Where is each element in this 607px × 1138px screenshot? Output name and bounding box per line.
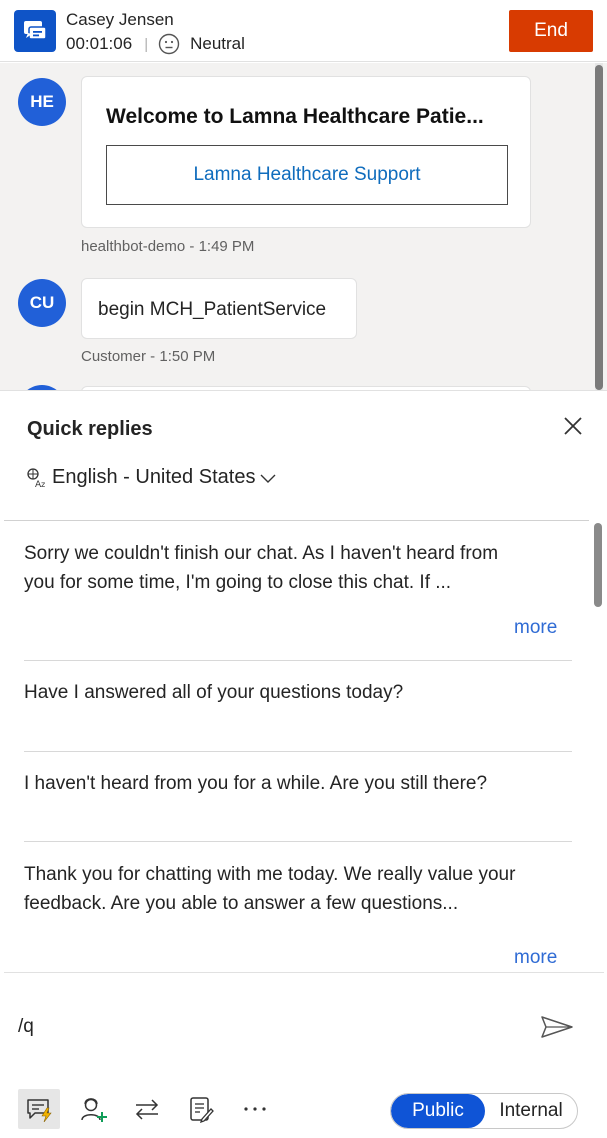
quick-reply-text-line: Sorry we couldn't finish our chat. As I … [24,543,499,564]
quick-reply-item[interactable]: Thank you for chatting with me today. We… [24,860,572,918]
svg-text:z: z [41,480,45,488]
chat-app-icon [14,10,56,52]
welcome-card: Welcome to Lamna Healthcare Patie... Lam… [81,76,531,228]
quick-reply-text-line: Thank you for chatting with me today. We… [24,864,516,885]
customer-name: Casey Jensen [66,10,174,29]
meta-separator: | [144,35,149,53]
customer-message-text: begin MCH_PatientService [98,299,327,320]
sentiment-label: Neutral [190,34,245,53]
quick-reply-item[interactable]: Have I answered all of your questions to… [24,678,572,707]
public-option[interactable]: Public [391,1094,485,1128]
translate-icon: A z [27,467,45,488]
conversation-transcript: HE Welcome to Lamna Healthcare Patie... … [0,63,607,390]
session-timer: 00:01:06 [66,34,133,53]
message-input[interactable]: /q [18,1016,34,1038]
notes-icon [190,1097,214,1123]
quick-reply-text-line: I haven't heard from you for a while. Ar… [24,773,488,794]
quick-reply-item[interactable]: Sorry we couldn't finish our chat. As I … [24,539,572,597]
quick-reply-text-line: you for some time, I'm going to close th… [24,572,452,593]
language-selector[interactable]: A z English - United States [26,466,277,489]
more-options-button[interactable] [234,1089,276,1129]
more-link[interactable]: more [514,947,557,969]
send-icon[interactable] [540,1014,574,1040]
quick-replies-scrollbar-thumb[interactable] [594,523,602,607]
support-card-button[interactable]: Lamna Healthcare Support [106,145,508,205]
quick-reply-separator [24,841,572,842]
compose-toolbar: Public Internal [0,1087,607,1135]
quick-reply-text-line: Have I answered all of your questions to… [24,682,404,703]
bot-avatar: HE [18,78,66,126]
consult-agent-icon [81,1098,107,1122]
internal-option[interactable]: Internal [485,1094,577,1128]
transcript-scrollbar-thumb[interactable] [595,65,603,390]
notes-button[interactable] [180,1089,222,1129]
compose-divider [4,972,604,973]
quick-replies-button[interactable] [18,1089,60,1129]
quick-replies-panel: Quick replies A z English - United State… [0,390,607,1138]
quick-replies-icon [27,1099,52,1122]
visibility-toggle[interactable]: Public Internal [390,1093,578,1129]
session-meta: 00:01:06 | Neutral [66,33,245,55]
welcome-card-title: Welcome to Lamna Healthcare Patie... [106,105,484,128]
transfer-icon [135,1099,159,1120]
customer-message-bubble: begin MCH_PatientService [81,278,357,339]
more-link[interactable]: more [514,617,557,639]
transfer-button[interactable] [126,1089,168,1129]
close-icon[interactable] [560,413,586,439]
chevron-down-icon [260,474,276,483]
quick-replies-list: Sorry we couldn't finish our chat. As I … [0,521,590,971]
consult-agent-button[interactable] [72,1089,114,1129]
quick-replies-title: Quick replies [27,418,153,440]
quick-replies-scrollbar[interactable] [592,521,604,973]
quick-reply-item[interactable]: I haven't heard from you for a while. Ar… [24,769,572,798]
quick-reply-separator [24,660,572,661]
quick-reply-text-line: feedback. Are you able to answer a few q… [24,893,459,914]
customer-avatar: CU [18,279,66,327]
more-icon [244,1107,266,1111]
session-header: Casey Jensen 00:01:06 | Neutral End [0,0,607,62]
end-session-button[interactable]: End [509,10,593,52]
customer-message-meta: Customer - 1:50 PM [81,348,216,365]
language-label: English - United States [52,466,256,488]
transcript-scrollbar[interactable] [595,63,603,390]
quick-reply-separator [24,751,572,752]
bot-message-meta: healthbot-demo - 1:49 PM [81,238,255,255]
neutral-face-icon [158,33,180,55]
